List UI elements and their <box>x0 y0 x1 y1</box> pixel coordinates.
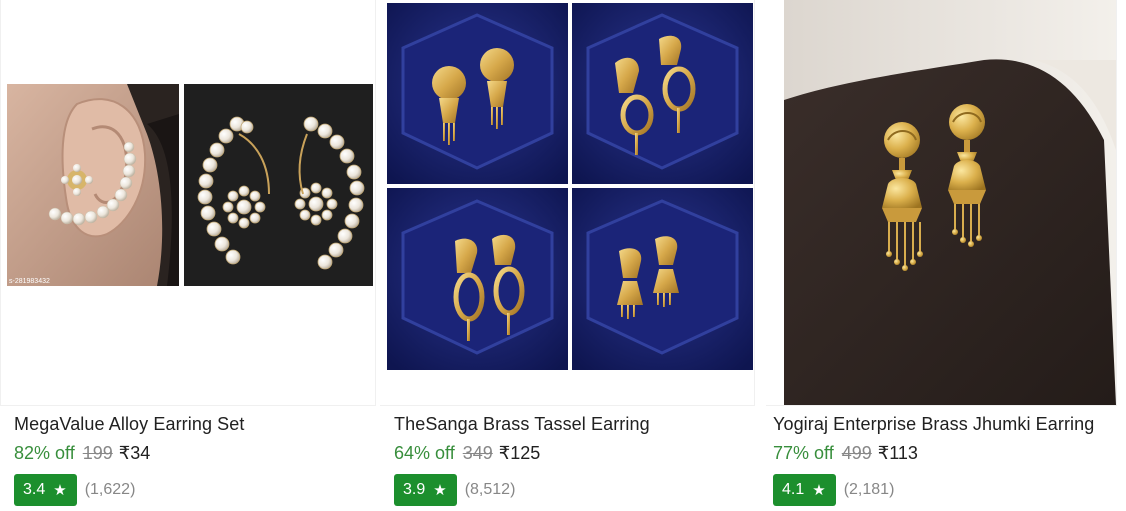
product-card[interactable]: Yogiraj Enterprise Brass Jhumki Earring … <box>760 0 1126 511</box>
product-image[interactable] <box>380 0 755 406</box>
discount-label: 77% off <box>773 443 834 463</box>
rating-row: 4.1 ★ (2,181) <box>773 474 894 506</box>
selling-price: ₹34 <box>118 443 151 463</box>
star-icon: ★ <box>53 481 67 499</box>
product-title[interactable]: Yogiraj Enterprise Brass Jhumki Earring <box>773 414 1094 435</box>
price-row: 64% off 349 ₹125 <box>394 443 540 464</box>
rating-row: 3.4 ★ (1,622) <box>14 474 135 506</box>
original-price: 499 <box>841 443 872 463</box>
product-title[interactable]: MegaValue Alloy Earring Set <box>14 414 245 435</box>
image-watermark: s-281983432 <box>9 278 50 285</box>
rating-badge: 3.9 ★ <box>394 474 457 506</box>
selling-price: ₹113 <box>877 443 918 463</box>
discount-label: 82% off <box>14 443 75 463</box>
price-row: 82% off 199 ₹34 <box>14 443 150 464</box>
product-title[interactable]: TheSanga Brass Tassel Earring <box>394 414 650 435</box>
rating-count: (1,622) <box>84 481 136 498</box>
rating-badge: 4.1 ★ <box>773 474 836 506</box>
star-icon: ★ <box>433 481 447 499</box>
product-grid: s-281983432 MegaValue Alloy Earring Set … <box>0 0 1126 511</box>
product-card[interactable]: TheSanga Brass Tassel Earring 64% off 349… <box>380 0 760 511</box>
rating-count: (2,181) <box>843 481 895 498</box>
original-price: 199 <box>82 443 113 463</box>
product-card[interactable]: s-281983432 MegaValue Alloy Earring Set … <box>0 0 380 511</box>
original-price: 349 <box>462 443 493 463</box>
rating-row: 3.9 ★ (8,512) <box>394 474 515 506</box>
price-row: 77% off 499 ₹113 <box>773 443 918 464</box>
rating-count: (8,512) <box>464 481 516 498</box>
product-image[interactable]: s-281983432 <box>0 0 376 406</box>
rating-value: 4.1 <box>782 481 805 498</box>
star-icon: ★ <box>812 481 826 499</box>
product-image[interactable] <box>766 0 1117 406</box>
rating-badge: 3.4 ★ <box>14 474 77 506</box>
selling-price: ₹125 <box>498 443 541 463</box>
discount-label: 64% off <box>394 443 455 463</box>
rating-value: 3.4 <box>23 481 46 498</box>
rating-value: 3.9 <box>403 481 426 498</box>
